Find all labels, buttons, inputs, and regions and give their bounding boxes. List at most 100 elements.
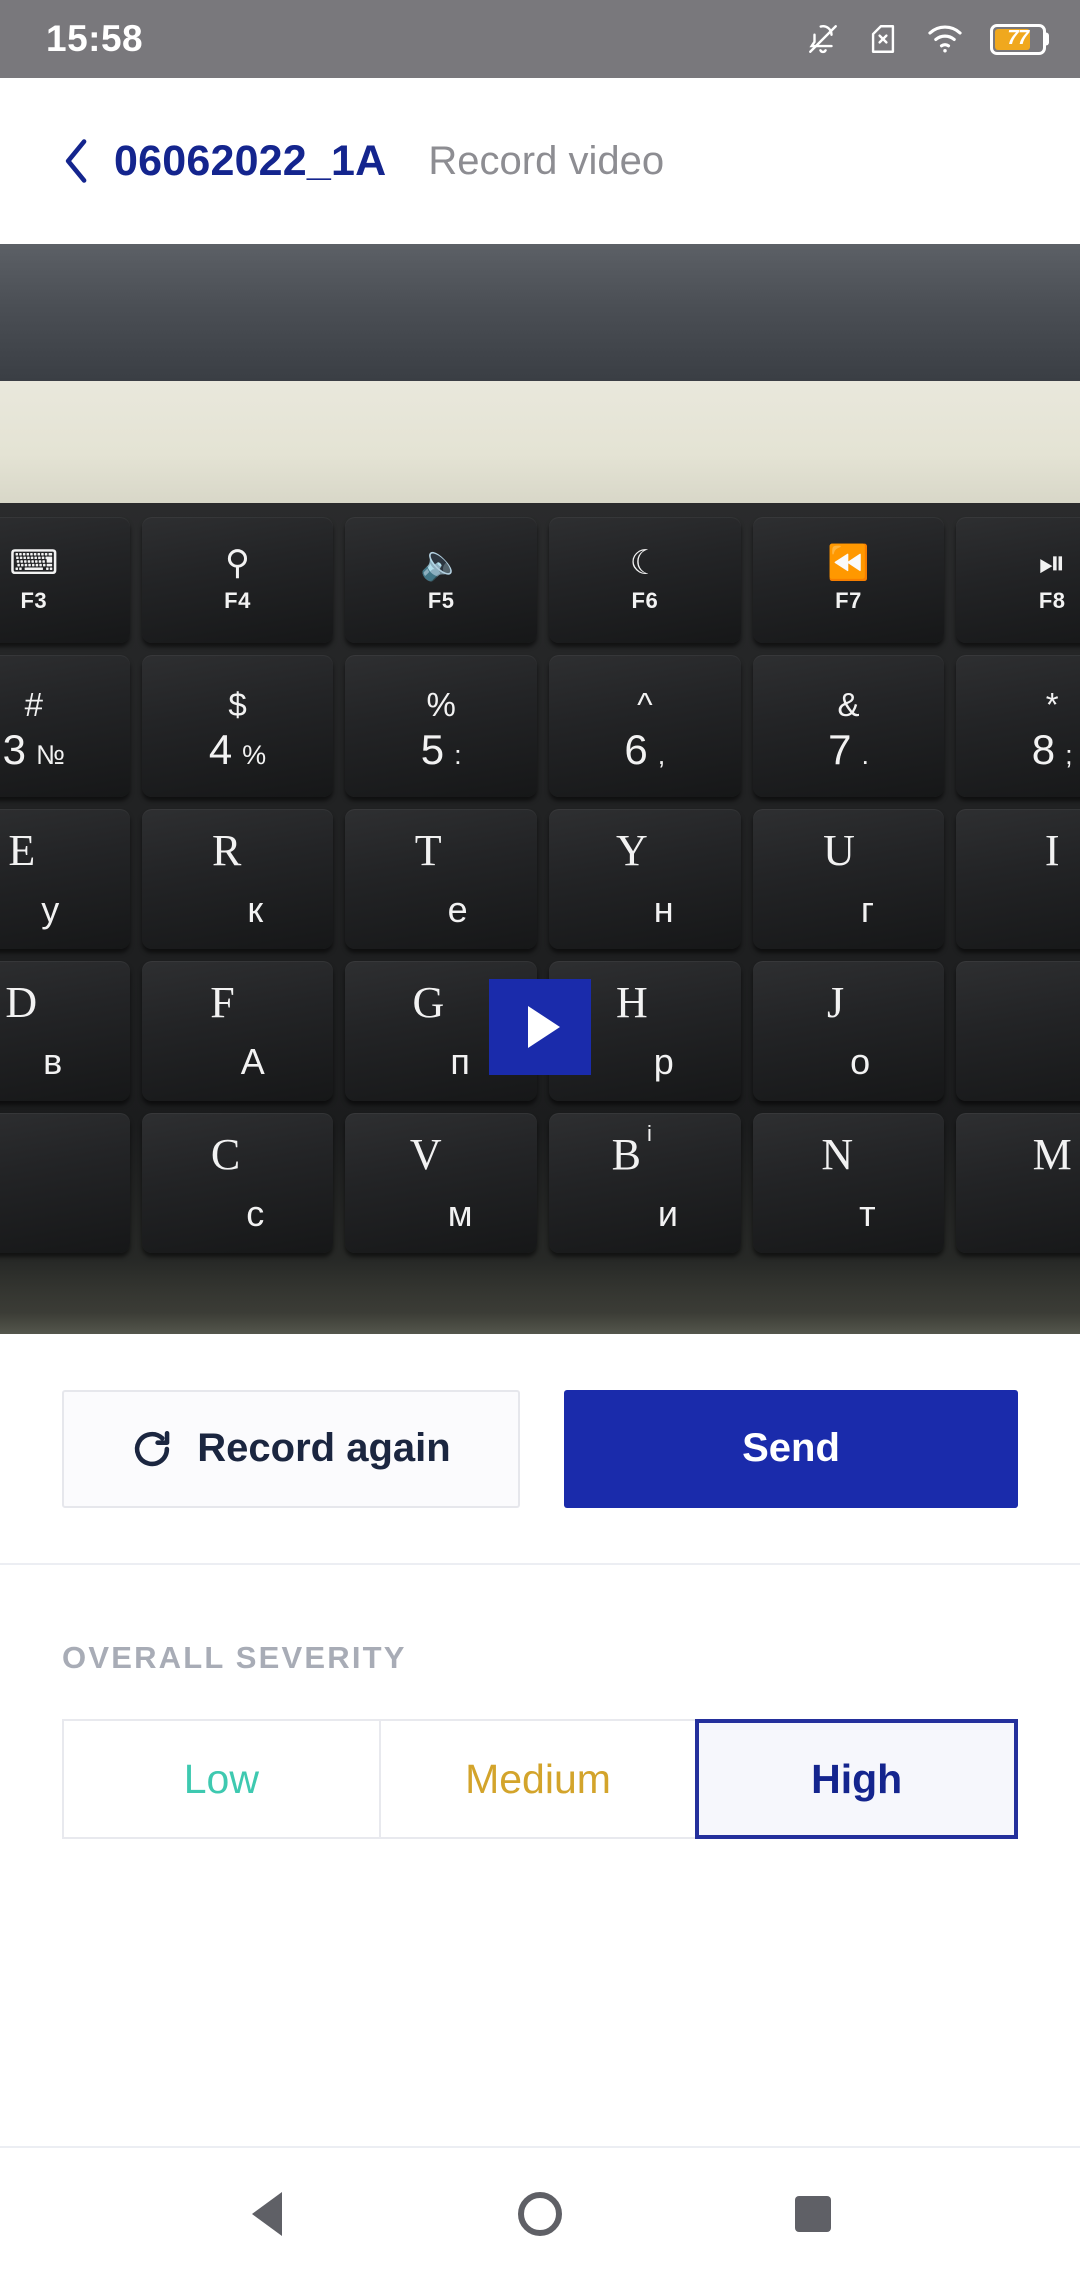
key-shift-label: & — [837, 685, 860, 723]
notifications-off-icon — [809, 25, 837, 54]
search-icon: ⚲ — [225, 544, 250, 582]
status-icon-group: 77 — [806, 21, 1052, 57]
keyboard-letter-row-3: Cс Vм Bі и Nт M — [0, 1113, 1080, 1253]
key-alt-label: % — [242, 739, 267, 770]
key-f4: ⚲ F4 — [141, 517, 334, 643]
battery-percent-label: 77 — [1007, 27, 1029, 49]
key-x — [0, 1113, 130, 1253]
severity-option-low[interactable]: Low — [62, 1719, 381, 1839]
key-cyrillic-label: е — [447, 889, 468, 930]
keyboard-body: ⌨ F3 ⚲ F4 🔈 F5 ☾ F6 ⏪ F7 ⏯ F8 # 3 № $ 4 … — [0, 503, 1080, 1334]
key-shift-label: * — [1045, 685, 1059, 723]
key-v: Vм — [345, 1113, 538, 1253]
android-navigation-bar — [0, 2148, 1080, 2280]
no-sim-icon — [871, 25, 895, 53]
record-again-button[interactable]: Record again — [62, 1389, 520, 1508]
key-i: I — [956, 809, 1080, 949]
key-latin-label: T — [414, 826, 442, 875]
key-latin-label: H — [615, 978, 648, 1027]
key-latin-label: R — [211, 826, 242, 875]
key-cyrillic-label: р — [653, 1041, 674, 1082]
key-alt-label: , — [657, 739, 666, 770]
key-main-label: 5 — [420, 725, 445, 773]
key-b: Bі и — [549, 1113, 741, 1253]
key-alt-label: . — [861, 739, 869, 770]
laptop-lid-upper — [0, 244, 1080, 381]
app-header: 06062022_1A Record video — [0, 78, 1080, 244]
overall-severity-section: OVERALL SEVERITY Low Medium High — [0, 1565, 1080, 2146]
severity-segmented-control: Low Medium High — [62, 1719, 1019, 1839]
key-cyrillic-label: п — [450, 1041, 470, 1082]
key-shift-label: ^ — [637, 685, 653, 723]
key-6: ^ 6, — [549, 655, 741, 797]
rewind-icon: ⏪ — [827, 544, 870, 582]
key-c: Cс — [141, 1113, 334, 1253]
key-y: Yн — [549, 809, 741, 949]
key-latin-label: M — [1032, 1130, 1072, 1179]
key-latin-label: G — [412, 978, 445, 1027]
key-f5: 🔈 F5 — [345, 517, 538, 643]
key-label: F5 — [427, 588, 455, 613]
severity-option-medium[interactable]: Medium — [378, 1719, 698, 1839]
key-shift-label: # — [24, 685, 44, 723]
key-cyrillic-label: А — [240, 1041, 265, 1082]
key-latin-label: V — [409, 1130, 442, 1179]
key-d: Dв — [0, 961, 130, 1101]
key-label: F6 — [631, 588, 659, 613]
key-latin-label: N — [821, 1130, 854, 1179]
key-f8: ⏯ F8 — [956, 517, 1080, 643]
key-latin-label: B — [611, 1130, 642, 1179]
key-j: Jо — [752, 961, 945, 1101]
key-alt-label: № — [36, 739, 65, 770]
key-f6: ☾ F6 — [549, 517, 741, 643]
keyboard-function-row: ⌨ F3 ⚲ F4 🔈 F5 ☾ F6 ⏪ F7 ⏯ F8 — [0, 517, 1080, 643]
square-recents-icon[interactable] — [758, 2164, 868, 2264]
key-cyrillic-label: н — [653, 889, 674, 930]
overall-severity-label: OVERALL SEVERITY — [62, 1640, 407, 1675]
chevron-left-icon[interactable] — [62, 139, 92, 183]
key-main-label: 4 — [208, 725, 233, 773]
key-cyrillic-label: с — [246, 1193, 265, 1234]
key-label: F7 — [835, 588, 862, 613]
key-f7: ⏪ F7 — [752, 517, 945, 643]
play-icon[interactable] — [489, 979, 591, 1075]
key-shift-label: $ — [228, 685, 247, 723]
key-e: Eу — [0, 809, 130, 949]
severity-option-high[interactable]: High — [695, 1719, 1019, 1839]
key-k — [956, 961, 1080, 1101]
key-latin-label: Y — [616, 826, 648, 875]
severity-option-label: Medium — [465, 1755, 611, 1802]
send-button[interactable]: Send — [564, 1389, 1018, 1508]
mission-control-icon: ⌨ — [9, 544, 59, 582]
play-pause-icon: ⏯ — [1038, 544, 1066, 582]
microphone-icon: 🔈 — [420, 544, 463, 582]
key-t: Tе — [345, 809, 538, 949]
key-cyrillic-label: у — [41, 889, 60, 930]
key-main-label: 8 — [1031, 725, 1056, 773]
key-latin-label: F — [210, 978, 235, 1027]
circle-home-icon[interactable] — [485, 2164, 595, 2264]
app-root: 15:58 77 06062022_1A Record video ⌨ F3 ⚲… — [0, 0, 1080, 2280]
key-cyrillic-label: г — [860, 889, 874, 930]
key-f: FА — [141, 961, 334, 1101]
key-u: Uг — [752, 809, 945, 949]
key-cyrillic-label: о — [850, 1041, 871, 1082]
triangle-back-icon[interactable] — [212, 2164, 322, 2264]
key-latin-label: I — [1044, 826, 1060, 875]
keyboard-lower-shadow — [0, 1262, 1080, 1334]
key-cyrillic-label: м — [447, 1193, 473, 1234]
key-latin-label: J — [826, 978, 845, 1027]
key-latin-label: C — [210, 1130, 241, 1179]
keyboard-letter-row-1: Eу Rк Tе Yн Uг I — [0, 809, 1080, 949]
key-label: F4 — [224, 588, 251, 613]
key-4: $ 4% — [141, 655, 334, 797]
video-preview[interactable]: ⌨ F3 ⚲ F4 🔈 F5 ☾ F6 ⏪ F7 ⏯ F8 # 3 № $ 4 … — [0, 244, 1080, 1334]
key-alt-label: : — [454, 739, 462, 770]
key-f3: ⌨ F3 — [0, 517, 130, 643]
key-cyrillic-label: и — [657, 1193, 679, 1234]
send-label: Send — [742, 1426, 840, 1470]
key-cyrillic-label: в — [43, 1041, 63, 1082]
key-3: # 3 № — [0, 655, 130, 797]
page-title: 06062022_1A — [114, 136, 387, 185]
moon-icon: ☾ — [629, 544, 661, 582]
